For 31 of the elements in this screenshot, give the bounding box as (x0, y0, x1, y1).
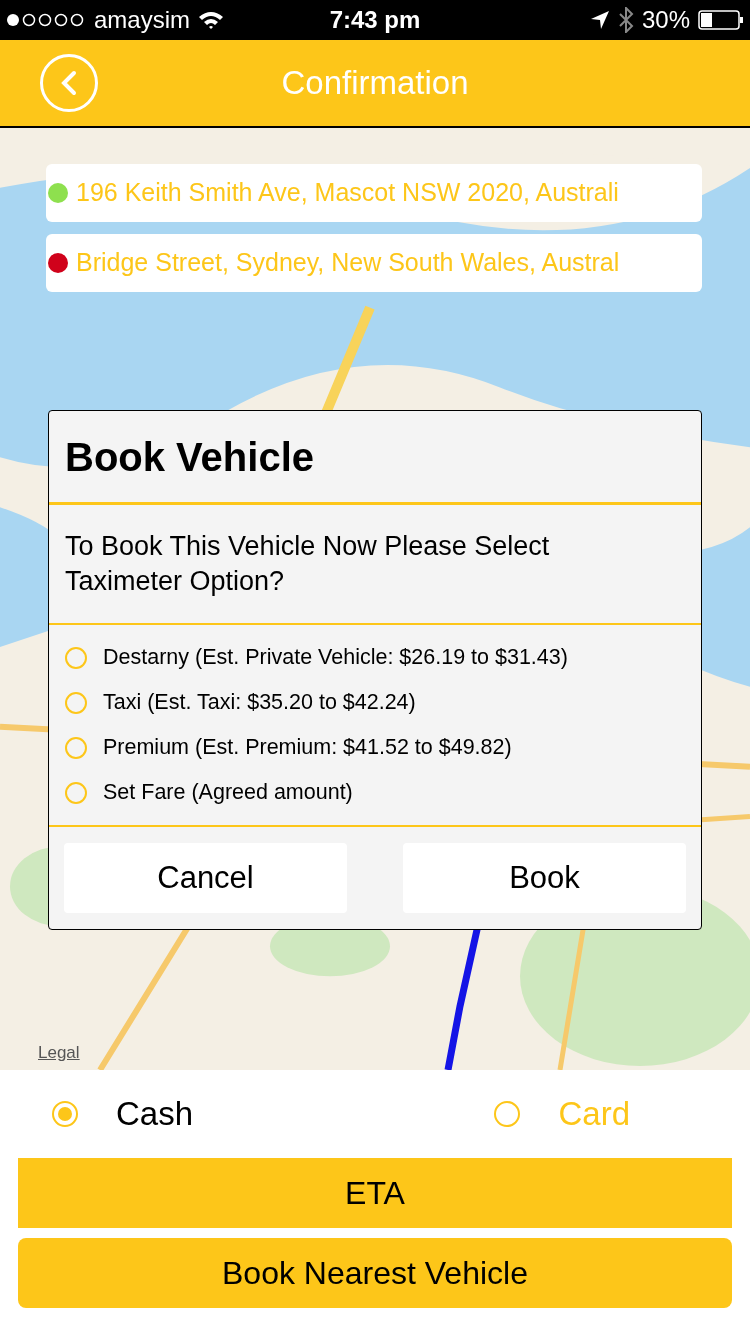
battery-icon (698, 10, 744, 30)
cancel-button[interactable]: Cancel (64, 843, 347, 913)
battery-percent: 30% (641, 5, 690, 35)
chevron-left-icon (59, 70, 79, 96)
back-button[interactable] (40, 54, 98, 112)
option-label[interactable]: Taxi (Est. Taxi: $35.20 to $42.24) (103, 686, 416, 719)
radio-button[interactable] (65, 646, 87, 669)
book-nearest-vehicle-button[interactable]: Book Nearest Vehicle (18, 1238, 732, 1308)
carrier-name: amaysim (94, 5, 190, 35)
option-label[interactable]: Premium (Est. Premium: $41.52 to $49.82) (103, 731, 512, 764)
radio-button[interactable] (494, 1101, 521, 1127)
option-label[interactable]: Destarny (Est. Private Vehicle: $26.19 to $31.43) (103, 641, 568, 674)
location-arrow-icon (589, 10, 610, 30)
address-text: Bridge Street, Sydney, New South Wales, Austral (76, 247, 620, 279)
status-time: 7:43 pm (329, 5, 421, 35)
eta-button[interactable]: ETA (18, 1158, 732, 1228)
radio-button[interactable] (65, 781, 87, 804)
radio-button[interactable] (52, 1101, 78, 1127)
option-label[interactable]: Set Fare (Agreed amount) (103, 776, 353, 809)
bluetooth-icon (617, 7, 634, 33)
dialog-title: Book Vehicle (49, 411, 701, 505)
screen-title: Confirmation (281, 63, 469, 104)
legal-link[interactable]: Legal (38, 1040, 80, 1066)
address-text: 196 Keith Smith Ave, Mascot NSW 2020, Australi (76, 177, 619, 209)
dialog-message: To Book This Vehicle Now Please Select Taximeter Option? (49, 505, 701, 625)
wifi-icon (198, 10, 224, 30)
payment-option[interactable]: Cash (116, 1089, 194, 1139)
radio-button[interactable] (65, 691, 87, 714)
radio-button[interactable] (65, 736, 87, 759)
signal-icon (6, 13, 86, 27)
book-button[interactable]: Book (403, 843, 686, 913)
